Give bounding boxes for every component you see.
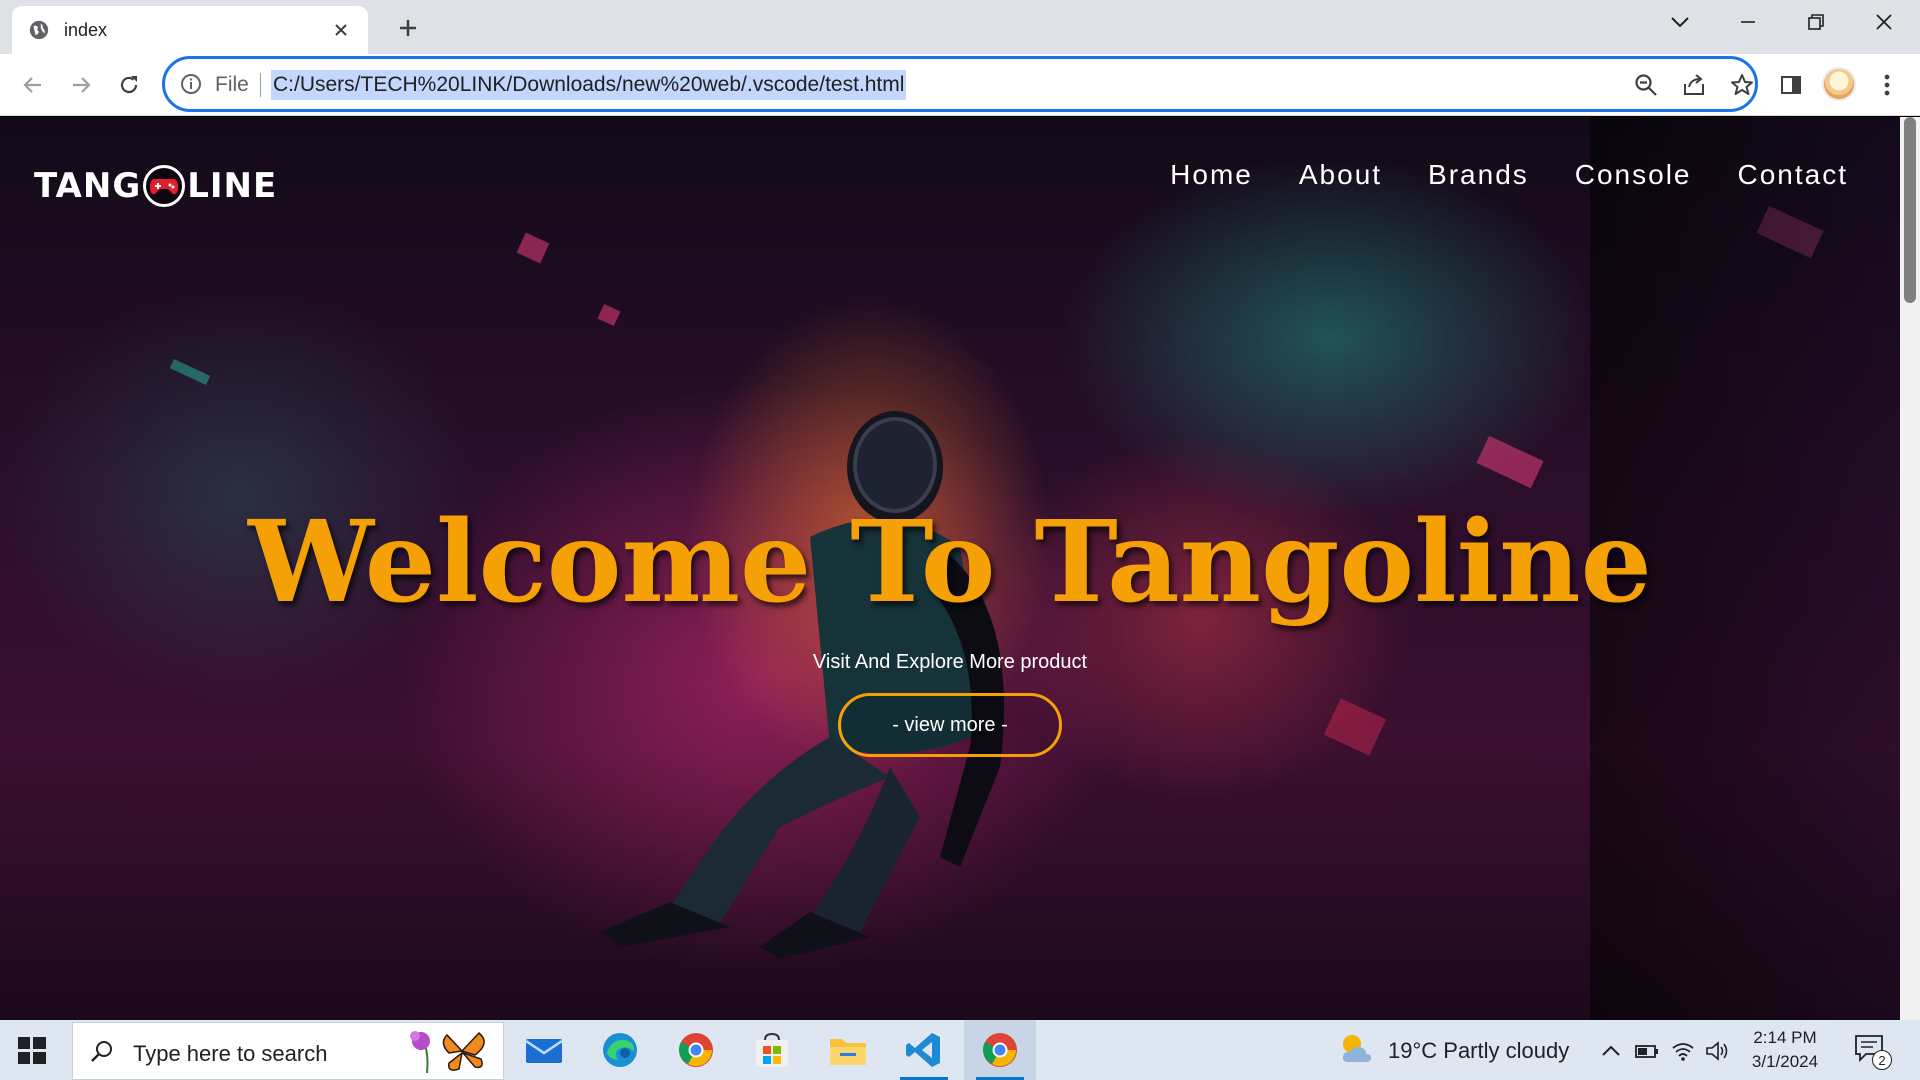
windows-taskbar: Type here to search 19°C Partly cloudy 2… [0, 1020, 1920, 1080]
scrollbar-thumb[interactable] [1904, 117, 1916, 303]
restore-icon[interactable] [1786, 0, 1846, 44]
view-more-button[interactable]: - view more - [838, 693, 1062, 757]
browser-toolbar: File C:/Users/TECH%20LINK/Downloads/new%… [0, 54, 1920, 116]
hero-title: Welcome To Tangoline [248, 497, 1652, 628]
volume-icon[interactable] [1704, 1038, 1730, 1064]
side-panel-icon[interactable] [1776, 70, 1806, 100]
search-placeholder: Type here to search [133, 1041, 328, 1066]
store-icon[interactable] [736, 1020, 808, 1080]
wifi-icon[interactable] [1670, 1038, 1696, 1064]
chrome-active-icon[interactable] [964, 1020, 1036, 1080]
gamepad-icon [143, 165, 186, 207]
reload-icon[interactable] [112, 68, 146, 102]
nav-contact[interactable]: Contact [1738, 159, 1849, 191]
background-shard [597, 303, 621, 327]
edge-icon[interactable] [584, 1020, 656, 1080]
web-page-viewport: TANG LINE Home About Brands Console Cont… [0, 117, 1900, 1020]
weather-text[interactable]: 19°C Partly cloudy [1388, 1038, 1569, 1064]
nav-brands[interactable]: Brands [1428, 159, 1529, 191]
butterfly-flower-icon [410, 1031, 485, 1074]
site-nav: Home About Brands Console Contact [1124, 159, 1848, 191]
background-shard [1476, 435, 1544, 489]
close-window-icon[interactable] [1854, 0, 1914, 44]
url-text[interactable]: C:/Users/TECH%20LINK/Downloads/new%20web… [271, 70, 907, 100]
nav-console[interactable]: Console [1575, 159, 1692, 191]
file-explorer-icon[interactable] [812, 1020, 884, 1080]
site-logo[interactable]: TANG LINE [34, 161, 277, 211]
logo-text-left: TANG [34, 166, 142, 206]
tab-search-icon[interactable] [1650, 0, 1710, 44]
chrome-icon[interactable] [660, 1020, 732, 1080]
browser-tab-strip: index [0, 0, 1920, 54]
browser-tab[interactable]: index [12, 6, 368, 54]
forward-icon[interactable] [64, 68, 98, 102]
background-shard [1323, 698, 1387, 756]
zoom-icon[interactable] [1633, 72, 1659, 98]
url-scheme-label: File [215, 73, 249, 96]
background-shard [169, 359, 211, 385]
hero-subtitle: Visit And Explore More product [812, 651, 1088, 673]
mail-icon[interactable] [508, 1020, 580, 1080]
share-icon[interactable] [1681, 72, 1707, 98]
back-icon[interactable] [16, 68, 50, 102]
logo-text-right: LINE [187, 166, 278, 206]
battery-icon[interactable] [1634, 1038, 1660, 1064]
more-menu-icon[interactable] [1872, 70, 1902, 100]
bookmark-star-icon[interactable] [1729, 72, 1755, 98]
profile-avatar[interactable] [1822, 67, 1856, 101]
taskbar-search-box[interactable]: Type here to search [72, 1022, 504, 1080]
address-bar[interactable]: File C:/Users/TECH%20LINK/Downloads/new%… [162, 56, 1758, 112]
info-icon[interactable] [179, 72, 203, 96]
globe-icon [29, 20, 49, 40]
windows-start-icon[interactable] [16, 1034, 48, 1066]
nav-home[interactable]: Home [1170, 159, 1253, 191]
clock-time: 2:14 PM [1753, 1028, 1817, 1047]
url-separator [260, 73, 261, 97]
tab-close-icon[interactable] [330, 19, 352, 41]
new-tab-icon[interactable] [392, 12, 424, 44]
chevron-up-icon[interactable] [1598, 1038, 1624, 1064]
minimize-icon[interactable] [1718, 0, 1778, 44]
page-scrollbar[interactable] [1900, 117, 1920, 1020]
notification-count-badge: 2 [1872, 1050, 1892, 1070]
vscode-icon[interactable] [888, 1020, 960, 1080]
system-clock[interactable]: 2:14 PM 3/1/2024 [1738, 1026, 1832, 1074]
clock-date: 3/1/2024 [1751, 1052, 1819, 1071]
partly-cloudy-icon[interactable] [1336, 1030, 1376, 1070]
tab-title: index [64, 19, 108, 40]
nav-about[interactable]: About [1299, 159, 1382, 191]
notifications-icon[interactable]: 2 [1854, 1034, 1892, 1070]
background-shard [516, 232, 550, 264]
search-icon [91, 1041, 112, 1062]
